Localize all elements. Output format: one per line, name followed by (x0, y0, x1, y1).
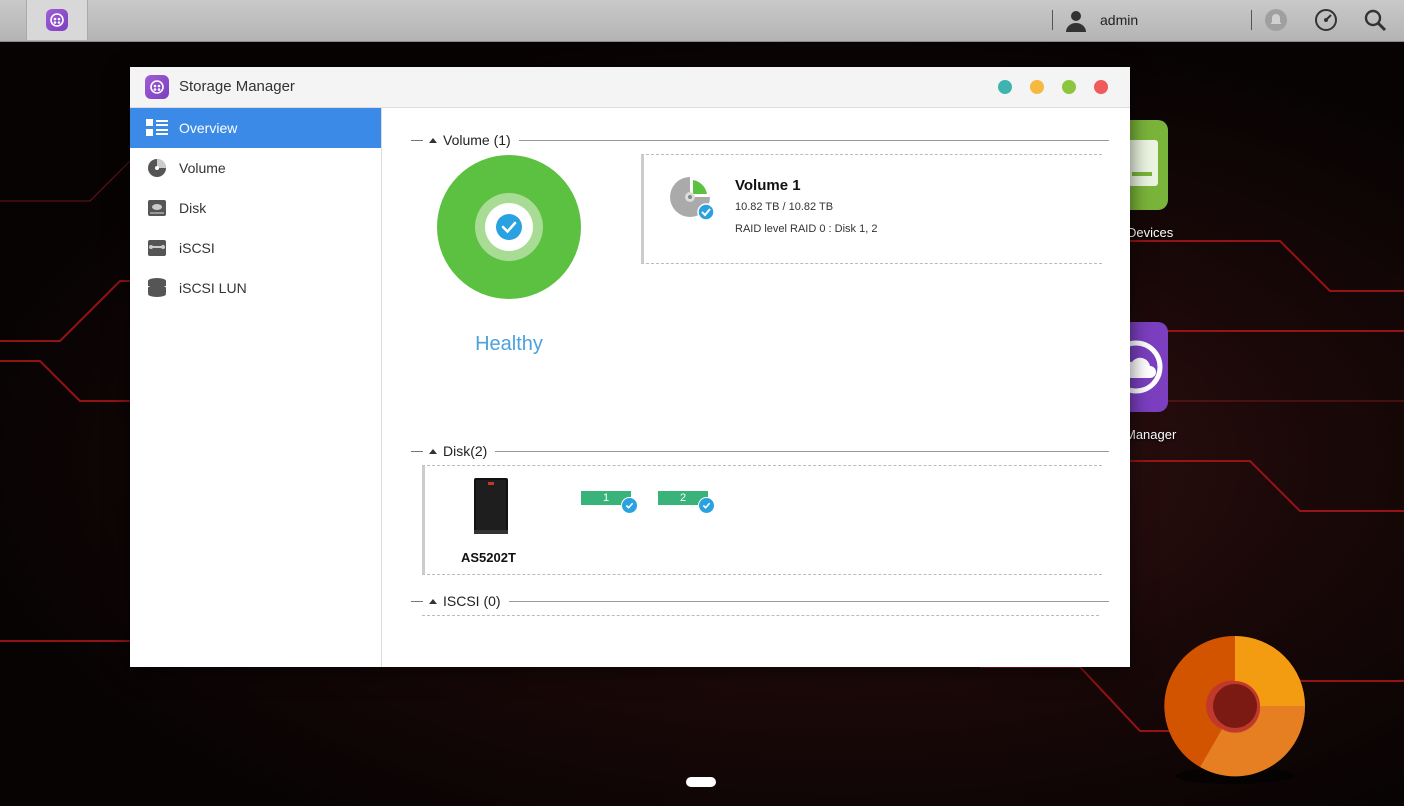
window-close-button[interactable] (1094, 80, 1108, 94)
dock-indicator[interactable] (686, 777, 716, 787)
window-help-button[interactable] (998, 80, 1012, 94)
chevron-up-icon (429, 598, 437, 604)
user-icon (1066, 11, 1086, 32)
nas-model-label: AS5202T (461, 550, 516, 565)
desktop-icon-label-manager: Manager (1125, 427, 1177, 442)
iscsi-divider (422, 615, 1099, 616)
volume-icon (670, 177, 715, 221)
window-title: Storage Manager (179, 78, 295, 95)
section-title: ISCSI (0) (443, 593, 501, 609)
sidebar-item-disk[interactable]: Disk (130, 188, 381, 228)
section-header-volume[interactable]: Volume (1) (411, 132, 1109, 148)
overview-panel: Volume (1) Healthy Volume 1 10.82 TB / 1… (382, 108, 1130, 667)
check-icon (496, 214, 522, 240)
sidebar-item-label: Overview (179, 120, 238, 136)
sidebar-item-label: Disk (179, 200, 207, 216)
desktop-icon-label-devices: Devices (1127, 225, 1174, 240)
sidebar-item-overview[interactable]: Overview (130, 108, 381, 148)
volume-capacity: 10.82 TB / 10.82 TB (735, 201, 834, 213)
disk-slot-label: 2 (679, 492, 687, 504)
sidebar-item-volume[interactable]: Volume (130, 148, 381, 188)
sidebar-item-iscsi-lun[interactable]: iSCSI LUN (130, 268, 381, 308)
storage-manager-window: Storage Manager Overview Volume Disk iSC… (130, 67, 1130, 667)
storage-manager-icon (46, 9, 68, 31)
health-status-chart (437, 155, 581, 299)
section-header-iscsi[interactable]: ISCSI (0) (411, 593, 1109, 609)
notification-icon[interactable] (1264, 8, 1288, 32)
sidebar-item-iscsi[interactable]: iSCSI (130, 228, 381, 268)
brand-logo (1164, 635, 1306, 784)
username: admin (1100, 12, 1139, 28)
taskbar-app-storage-manager[interactable] (26, 0, 88, 40)
window-maximize-button[interactable] (1062, 80, 1076, 94)
section-header-disk[interactable]: Disk(2) (411, 443, 1109, 459)
window-titlebar[interactable]: Storage Manager (130, 67, 1130, 108)
section-title: Volume (1) (443, 132, 511, 148)
activity-monitor-icon[interactable] (1314, 8, 1338, 32)
iscsi-lun-icon (146, 277, 168, 299)
volume-raid-level: RAID level RAID 0 : Disk 1, 2 (735, 223, 878, 235)
taskbar: admin (0, 0, 1404, 42)
disk-icon (146, 197, 168, 219)
sidebar: Overview Volume Disk iSCSI iSCSI LUN (130, 108, 382, 667)
taskbar-separator (1251, 10, 1252, 30)
volume-icon (146, 157, 168, 179)
iscsi-icon (146, 237, 168, 259)
health-status-label: Healthy (475, 333, 543, 355)
volume-name: Volume 1 (735, 177, 801, 194)
sidebar-item-label: Volume (179, 160, 226, 176)
nas-device-image (474, 478, 508, 534)
chevron-up-icon (429, 448, 437, 454)
section-title: Disk(2) (443, 443, 488, 459)
taskbar-separator (1052, 10, 1053, 30)
chevron-up-icon (429, 137, 437, 143)
sidebar-item-label: iSCSI LUN (179, 280, 247, 296)
sidebar-item-label: iSCSI (179, 240, 215, 256)
user-menu[interactable]: admin (1064, 8, 1138, 32)
disk-card: AS5202T 1 2 (422, 465, 1102, 575)
storage-manager-icon (145, 75, 169, 99)
volume-card[interactable]: Volume 1 10.82 TB / 10.82 TB RAID level … (641, 154, 1102, 264)
check-icon (698, 497, 715, 514)
check-icon (621, 497, 638, 514)
window-minimize-button[interactable] (1030, 80, 1044, 94)
search-icon[interactable] (1363, 8, 1387, 32)
disk-slot-label: 1 (602, 492, 610, 504)
overview-icon (146, 117, 168, 139)
